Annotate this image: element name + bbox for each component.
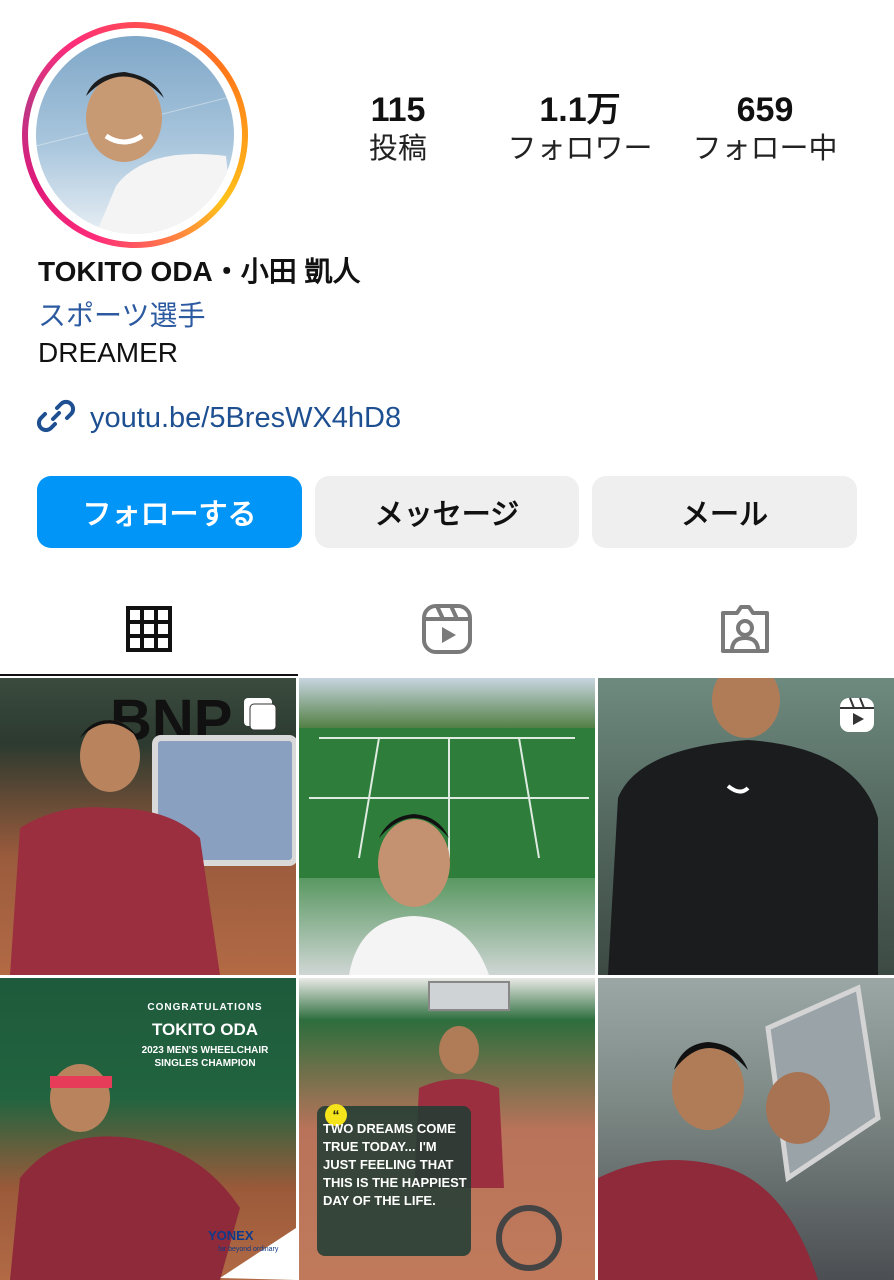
post-quote-text: TWO DREAMS COME TRUE TODAY... I'M JUST F… xyxy=(323,1121,467,1208)
profile-stats: 115 投稿 1.1万 フォロワー 659 フォロー中 xyxy=(300,88,880,178)
grid-icon xyxy=(125,605,173,658)
profile-avatar-ring[interactable] xyxy=(22,22,248,248)
post-thumbnail[interactable]: CONGRATULATIONS TOKITO ODA 2023 MEN'S WH… xyxy=(0,978,296,1280)
post-champion-title: 2023 MEN'S WHEELCHAIR SINGLES CHAMPION xyxy=(141,1045,269,1069)
mail-button[interactable]: メール xyxy=(592,476,857,548)
avatar-photo-art xyxy=(36,72,234,234)
posts-label: 投稿 xyxy=(368,133,427,165)
tab-posts[interactable] xyxy=(0,586,298,676)
post-brand-logo: YONEX xyxy=(208,1228,254,1243)
following-stat[interactable]: 659 フォロー中 xyxy=(675,88,855,166)
profile-bio: DREAMER xyxy=(38,337,179,368)
tagged-icon xyxy=(719,603,771,660)
post-congrats-text: CONGRATULATIONS xyxy=(147,1002,263,1013)
active-tab-indicator xyxy=(0,674,298,676)
post-thumbnail[interactable]: “ TWO DREAMS COME TRUE TODAY... I'M JUST… xyxy=(299,978,595,1280)
following-label: フォロー中 xyxy=(692,133,838,165)
followers-stat[interactable]: 1.1万 フォロワー xyxy=(490,88,670,166)
post-player-name: TOKITO ODA xyxy=(151,1020,259,1039)
link-icon xyxy=(36,396,76,441)
post-6-image xyxy=(598,984,881,1280)
followers-count: 1.1万 xyxy=(539,91,621,129)
reel-icon xyxy=(838,696,876,739)
avatar[interactable] xyxy=(36,36,234,234)
post-thumbnail[interactable] xyxy=(598,978,894,1280)
tab-reels[interactable] xyxy=(298,586,596,676)
posts-count: 115 xyxy=(370,91,426,129)
message-button[interactable]: メッセージ xyxy=(315,476,579,548)
post-thumbnail[interactable] xyxy=(299,678,595,975)
posts-stat[interactable]: 115 投稿 xyxy=(308,88,488,166)
link-text[interactable]: youtu.be/5BresWX4hD8 xyxy=(90,402,401,435)
followers-label: フォロワー xyxy=(507,133,653,165)
follow-button[interactable]: フォローする xyxy=(37,476,302,548)
profile-tabs xyxy=(0,586,894,676)
tab-tagged[interactable] xyxy=(596,586,894,676)
post-2-image xyxy=(299,728,595,975)
profile-category[interactable]: スポーツ選手 xyxy=(38,294,205,334)
profile-link[interactable]: youtu.be/5BresWX4hD8 xyxy=(36,396,401,440)
carousel-icon xyxy=(242,696,278,737)
profile-name: TOKITO ODA・小田 凱人 xyxy=(38,256,361,287)
reels-icon xyxy=(421,603,473,660)
post-thumbnail[interactable] xyxy=(598,678,894,975)
avatar-frame xyxy=(28,28,242,242)
post-brand-tagline: far beyond ordinary xyxy=(218,1246,279,1253)
post-thumbnail[interactable]: BNP xyxy=(0,678,296,975)
posts-grid: BNP CONGRATULATIONS TOKITO ODA 2023 MEN'… xyxy=(0,678,894,1280)
following-count: 659 xyxy=(736,91,794,129)
